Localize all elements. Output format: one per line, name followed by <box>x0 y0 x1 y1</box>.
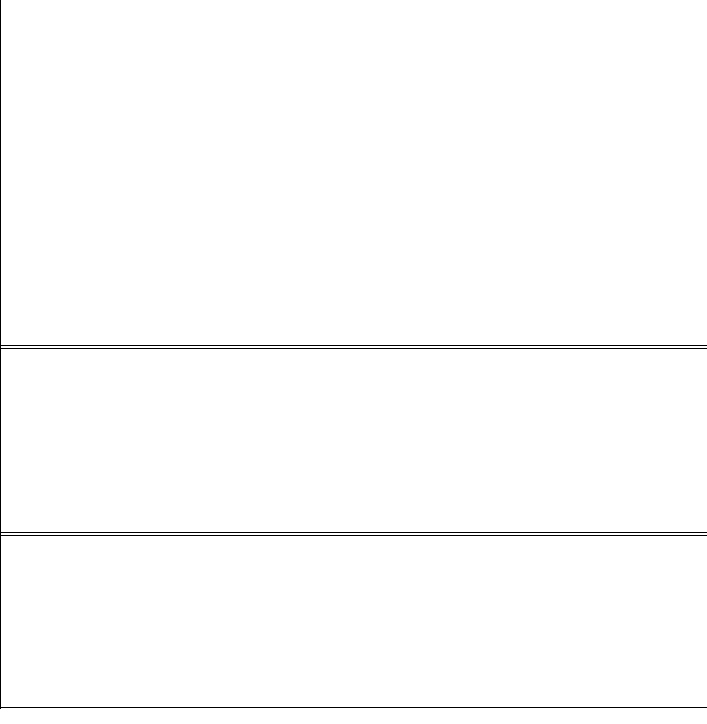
stochastic-canvas[interactable] <box>0 536 707 707</box>
mt4-chart-window <box>0 0 707 724</box>
price-axis-divider <box>0 0 1 709</box>
macd-canvas[interactable] <box>0 349 707 532</box>
main-chart-pane <box>0 0 707 346</box>
stochastic-pane <box>0 535 707 708</box>
main-chart-canvas[interactable] <box>0 0 707 345</box>
macd-pane <box>0 348 707 533</box>
